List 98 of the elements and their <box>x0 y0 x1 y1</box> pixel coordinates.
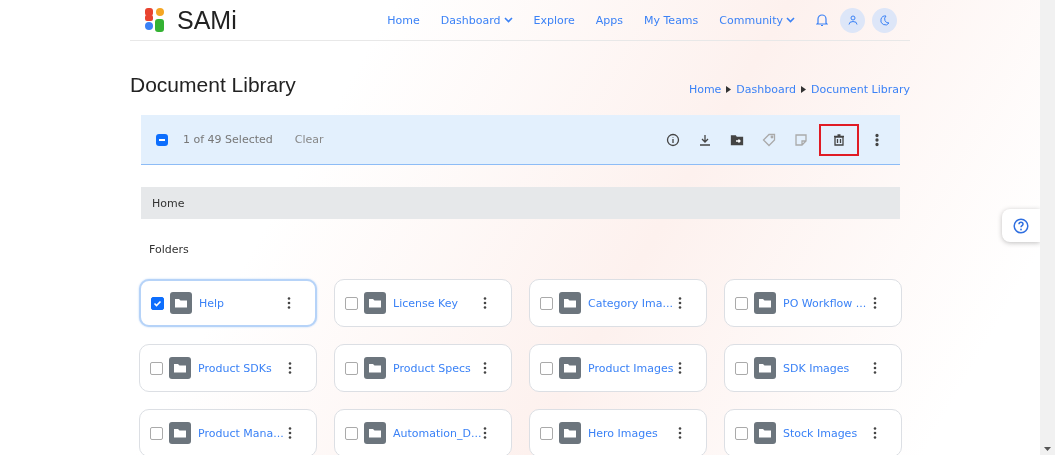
selection-count: 1 of 49 Selected <box>183 133 273 146</box>
folder-icon <box>170 292 192 314</box>
bell-icon[interactable] <box>816 13 828 27</box>
chevron-icon <box>726 86 732 93</box>
folder-name[interactable]: License Key <box>393 296 458 310</box>
folder-checkbox[interactable] <box>540 361 553 375</box>
folder-name[interactable]: Product Specs <box>393 361 471 375</box>
folder-checkbox[interactable] <box>540 296 553 310</box>
folder-checkbox[interactable] <box>151 296 164 310</box>
brand-name: SAMi <box>177 5 237 35</box>
nav-link[interactable]: Dashboard <box>440 13 513 27</box>
trash-icon <box>832 132 846 147</box>
more-icon[interactable] <box>483 362 487 374</box>
dark-mode-button[interactable] <box>872 7 897 33</box>
check-icon <box>153 298 162 308</box>
folder-name[interactable]: SDK Images <box>783 361 850 375</box>
path-text: Home <box>152 196 185 210</box>
folder-name[interactable]: Category Ima... <box>588 296 673 310</box>
folder-name[interactable]: Hero Images <box>588 426 658 440</box>
folder-card[interactable]: Product Images <box>529 344 707 392</box>
folder-icon <box>559 422 581 444</box>
chevron-down-icon <box>503 17 513 23</box>
breadcrumb-link[interactable]: Home <box>688 83 722 96</box>
download-icon <box>698 132 712 147</box>
folder-icon <box>364 357 386 379</box>
more-icon[interactable] <box>873 362 877 374</box>
more-icon[interactable] <box>873 427 877 439</box>
folder-name[interactable]: PO Workflow ... <box>783 296 867 310</box>
folder-card[interactable]: SDK Images <box>724 344 902 392</box>
delete-button[interactable] <box>819 123 859 156</box>
chevron-icon <box>801 86 807 93</box>
more-icon[interactable] <box>678 297 682 309</box>
folder-card[interactable]: Product Mana... <box>139 409 317 455</box>
folder-checkbox[interactable] <box>345 426 358 440</box>
folder-checkbox[interactable] <box>345 361 358 375</box>
page-title: Document Library <box>130 73 296 97</box>
folder-name[interactable]: Product Mana... <box>198 426 284 440</box>
folder-card[interactable]: PO Workflow ... <box>724 279 902 327</box>
breadcrumb-link[interactable]: Document Library <box>811 83 910 96</box>
folder-icon <box>754 422 776 444</box>
info-icon <box>666 132 680 147</box>
more-icon[interactable] <box>288 427 292 439</box>
logo-icon <box>145 8 165 32</box>
folder-checkbox[interactable] <box>540 426 553 440</box>
folder-checkbox[interactable] <box>735 296 748 310</box>
breadcrumb-link[interactable]: Dashboard <box>736 83 797 96</box>
folder-name[interactable]: Help <box>199 296 225 310</box>
folder-card[interactable]: Automation_D... <box>334 409 512 455</box>
folder-checkbox[interactable] <box>345 296 358 310</box>
folder-icon <box>754 357 776 379</box>
folder-name[interactable]: Product SDKs <box>198 361 272 375</box>
moon-icon <box>879 14 890 26</box>
more-icon[interactable] <box>678 427 682 439</box>
chevron-down-icon <box>786 17 795 23</box>
folder-name[interactable]: Stock Images <box>783 426 858 440</box>
nav-link[interactable]: Home <box>387 13 420 27</box>
scrollbar[interactable] <box>1040 0 1055 455</box>
select-all-checkbox[interactable] <box>156 133 168 146</box>
folder-name[interactable]: Product Images <box>588 361 674 375</box>
folder-card[interactable]: Product SDKs <box>139 344 317 392</box>
folder-checkbox[interactable] <box>150 361 163 375</box>
more-icon[interactable] <box>873 297 877 309</box>
more-icon[interactable] <box>483 297 487 309</box>
folder-checkbox[interactable] <box>735 361 748 375</box>
tag-icon <box>762 132 776 147</box>
folder-card[interactable]: License Key <box>334 279 512 327</box>
folder-icon <box>754 292 776 314</box>
section-heading: Folders <box>149 243 190 256</box>
folder-arrow-icon <box>730 132 744 147</box>
folder-icon <box>169 357 191 379</box>
folder-icon <box>364 422 386 444</box>
folder-card[interactable]: Product Specs <box>334 344 512 392</box>
folder-checkbox[interactable] <box>735 426 748 440</box>
folder-icon <box>559 357 581 379</box>
help-button[interactable] <box>1002 209 1040 242</box>
more-icon[interactable] <box>678 362 682 374</box>
note-icon <box>794 132 808 147</box>
help-icon <box>1013 217 1029 234</box>
folder-icon <box>169 422 191 444</box>
folder-card[interactable]: Hero Images <box>529 409 707 455</box>
folder-card[interactable]: Stock Images <box>724 409 902 455</box>
folder-name[interactable]: Automation_D... <box>393 426 482 440</box>
folder-icon <box>559 292 581 314</box>
nav-link[interactable]: Community <box>719 13 795 27</box>
user-icon <box>847 15 858 25</box>
folder-icon <box>364 292 386 314</box>
profile-button[interactable] <box>840 7 865 33</box>
more-icon[interactable] <box>483 427 487 439</box>
clear-link[interactable]: Clear <box>294 133 324 146</box>
folder-card[interactable]: Help <box>139 279 317 327</box>
scroll-down-icon[interactable] <box>1044 447 1051 451</box>
folder-card[interactable]: Category Ima... <box>529 279 707 327</box>
nav-link[interactable]: Apps <box>595 13 623 27</box>
more-icon[interactable] <box>288 362 292 374</box>
nav-link[interactable]: Explore <box>533 13 575 27</box>
nav-link[interactable]: My Teams <box>644 13 699 27</box>
folder-checkbox[interactable] <box>150 426 163 440</box>
more-icon[interactable] <box>287 297 291 309</box>
